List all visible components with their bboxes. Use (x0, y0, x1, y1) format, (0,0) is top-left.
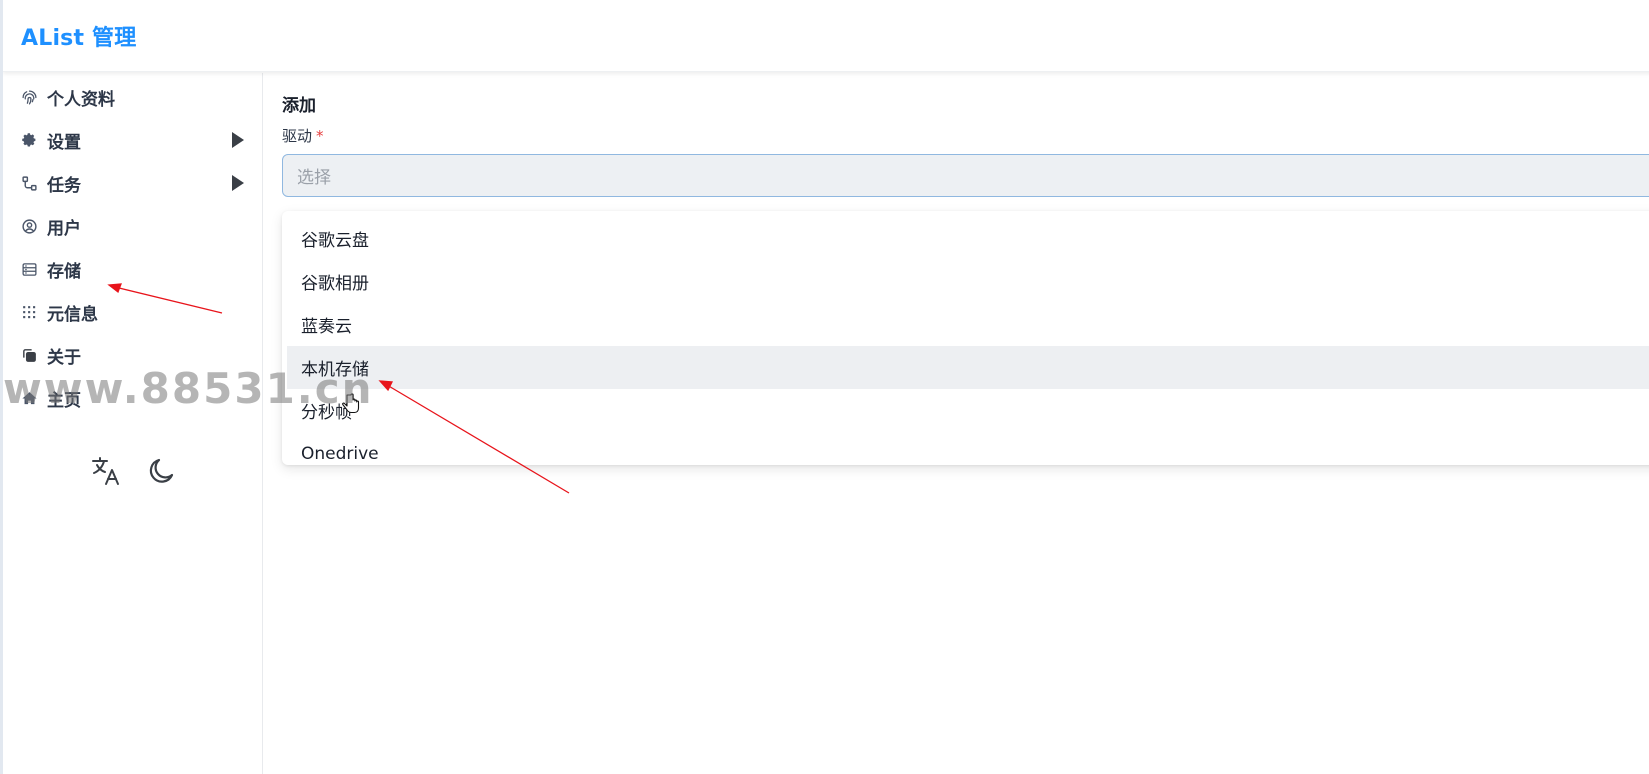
form-title: 添加 (282, 96, 316, 116)
sidebar-item-home[interactable]: 主页 (20, 378, 250, 418)
option-label: 谷歌相册 (301, 274, 369, 294)
app-window: AList 管理 个人资料 设置 任务 用户 存储 元信息 关于 主页 添加 驱… (0, 0, 1649, 774)
copy-icon (20, 346, 38, 364)
dropdown-option-local-storage[interactable]: 本机存储 (287, 346, 1649, 389)
gear-icon (20, 131, 38, 149)
sidebar-toolbar (89, 456, 179, 490)
option-label: 本机存储 (301, 360, 369, 380)
metadata-icon (20, 303, 38, 321)
sidebar-item-about[interactable]: 关于 (20, 335, 250, 375)
required-mark: * (316, 127, 324, 145)
translate-icon (90, 455, 122, 491)
sidebar-item-storage[interactable]: 存储 (20, 249, 250, 289)
app-brand[interactable]: AList 管理 (21, 20, 136, 52)
dropdown-option-fenmiaozhen[interactable]: 分秒帧 (287, 389, 1649, 432)
dropdown-option-google-photos[interactable]: 谷歌相册 (287, 260, 1649, 303)
main-content: 添加 驱动 * 选择 谷歌云盘 谷歌相册 蓝奏云 本机存储 分秒帧 Onedri… (265, 73, 1649, 774)
storage-icon (20, 260, 38, 278)
dropdown-option-lanzou[interactable]: 蓝奏云 (287, 303, 1649, 346)
option-label: 蓝奏云 (301, 317, 352, 337)
sidebar-item-metadata[interactable]: 元信息 (20, 292, 250, 332)
fingerprint-icon (20, 88, 38, 106)
sidebar-item-label: 元信息 (47, 304, 98, 325)
workflow-icon (20, 174, 38, 192)
sidebar-item-tasks[interactable]: 任务 (20, 163, 250, 203)
top-header: AList 管理 (3, 0, 1649, 72)
option-label: Onedrive (301, 443, 379, 464)
dropdown-option-google-drive[interactable]: 谷歌云盘 (287, 217, 1649, 260)
caret-right-icon[interactable] (232, 175, 244, 191)
sidebar-item-label: 任务 (47, 175, 81, 196)
sidebar-item-label: 用户 (47, 218, 81, 239)
sidebar: 个人资料 设置 任务 用户 存储 元信息 关于 主页 (3, 73, 263, 774)
driver-select-placeholder: 选择 (297, 168, 331, 188)
option-label: 谷歌云盘 (301, 231, 369, 251)
dropdown-option-onedrive[interactable]: Onedrive (287, 432, 1649, 465)
driver-label-text: 驱动 (282, 127, 313, 145)
moon-icon (146, 455, 178, 491)
sidebar-item-label: 设置 (47, 132, 81, 153)
user-circle-icon (20, 217, 38, 235)
language-button[interactable] (89, 456, 123, 490)
caret-right-icon[interactable] (232, 132, 244, 148)
sidebar-item-profile[interactable]: 个人资料 (20, 77, 250, 117)
sidebar-item-label: 存储 (47, 261, 81, 282)
driver-dropdown-list: 谷歌云盘 谷歌相册 蓝奏云 本机存储 分秒帧 Onedrive (282, 211, 1649, 465)
home-icon (20, 389, 38, 407)
sidebar-item-label: 个人资料 (47, 89, 115, 110)
driver-field-label: 驱动 * (282, 125, 324, 146)
sidebar-item-users[interactable]: 用户 (20, 206, 250, 246)
option-label: 分秒帧 (301, 403, 352, 423)
driver-select[interactable]: 选择 (282, 154, 1649, 197)
theme-toggle-button[interactable] (145, 456, 179, 490)
sidebar-item-settings[interactable]: 设置 (20, 120, 250, 160)
sidebar-item-label: 主页 (47, 390, 81, 411)
sidebar-item-label: 关于 (47, 347, 81, 368)
